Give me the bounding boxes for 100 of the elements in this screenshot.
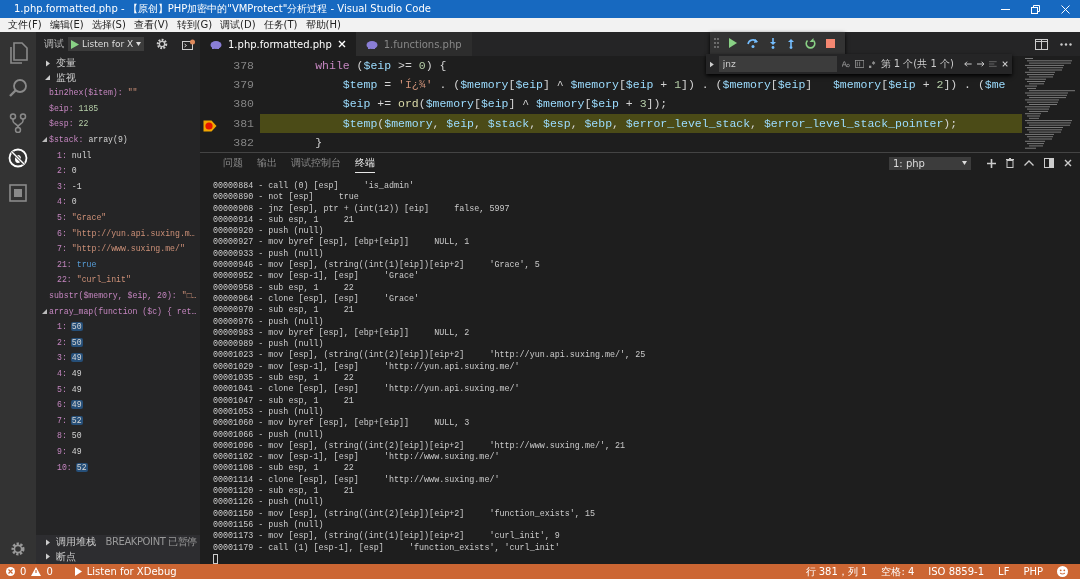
panel-tab[interactable]: 问题 [223, 153, 243, 173]
drag-handle-icon[interactable] [714, 38, 719, 48]
regex-icon[interactable] [868, 59, 876, 69]
extensions-icon[interactable] [9, 183, 27, 202]
play-icon[interactable] [71, 39, 79, 49]
find-field[interactable]: jnz [718, 56, 837, 72]
error-icon[interactable] [6, 567, 15, 576]
files-icon[interactable] [8, 41, 28, 64]
line-number: 382 [233, 135, 255, 149]
expand-arrow-icon[interactable] [44, 538, 51, 546]
step-out-icon[interactable] [787, 37, 795, 49]
breakpoint-arrow-icon[interactable] [203, 119, 217, 132]
next-match-icon[interactable] [976, 60, 985, 68]
menu-item[interactable]: 选择(S) [87, 18, 130, 32]
search-icon[interactable] [8, 77, 28, 98]
collapse-arrow-icon[interactable] [41, 307, 48, 315]
terminal-line: 00000920 - push (null) [213, 226, 325, 237]
terminal-line: 00001150 - mov [esp], (string((int(2)[eip])[eip+2] 'function_exists', 15 [213, 508, 596, 520]
caret-icon[interactable] [136, 42, 142, 46]
editor-tab[interactable]: 1.functions.php [355, 32, 472, 56]
match-count: 第 1 个(共 1 个) [880, 57, 954, 71]
menu-item[interactable]: 文件(F) [4, 18, 46, 32]
status-item[interactable]: 空格: 4 [881, 564, 915, 579]
play-icon[interactable] [74, 567, 82, 576]
menu-item[interactable]: 任务(T) [259, 18, 302, 32]
editor-tab[interactable]: 1.php.formatted.php [200, 32, 356, 56]
watch-value: "□… [180, 291, 198, 300]
trash-icon[interactable] [1006, 158, 1014, 168]
terminal-dropdown[interactable]: 1: php [889, 156, 971, 170]
expand-arrow-icon[interactable] [710, 60, 714, 68]
terminal-line: 00001114 - clone [esp], [esp] 'http://www.suxing.me/' [213, 474, 501, 486]
settings-icon[interactable] [156, 38, 169, 50]
terminal-line: 00000958 - sub esp, 1 22 [213, 282, 355, 294]
terminal-line: 00000890 - not [esp] true [213, 192, 360, 204]
restore-icon[interactable] [1030, 4, 1040, 14]
continue-icon[interactable] [729, 38, 737, 48]
watch-value: 22 [77, 119, 90, 129]
chevron-up-icon[interactable] [1024, 160, 1034, 166]
terminal-line: 00000976 - push (null) [213, 316, 325, 328]
menu-item[interactable]: 调试(D) [216, 18, 260, 32]
whole-word-icon[interactable] [854, 59, 864, 69]
section-header[interactable]: 监视 [56, 70, 76, 85]
configuration-dropdown[interactable]: Listen for X [68, 37, 145, 51]
menu-item[interactable]: 查看(V) [129, 18, 173, 32]
watch-name: 3: [57, 353, 67, 363]
stop-icon[interactable] [826, 38, 835, 48]
match-case-icon[interactable] [841, 60, 850, 68]
smiley-icon[interactable] [1057, 566, 1068, 577]
status-item[interactable]: ISO 8859-1 [928, 566, 985, 577]
more-icon[interactable] [1060, 42, 1072, 46]
branch-icon[interactable] [9, 112, 27, 133]
settings-icon[interactable] [10, 541, 26, 557]
collapse-arrow-icon[interactable] [41, 136, 48, 144]
expand-arrow-icon[interactable] [44, 553, 51, 561]
debug-icon[interactable] [8, 147, 28, 168]
watch-value: 52 [70, 415, 83, 425]
step-over-icon[interactable] [747, 38, 759, 48]
terminal-line: 00000884 - call (0) [esp] 'is_admin' [213, 181, 416, 192]
restart-icon[interactable] [805, 37, 816, 49]
terminal-line: 00001035 - sub esp, 1 22 [213, 373, 355, 384]
menu-item[interactable]: 转到(G) [172, 18, 217, 32]
terminal-line: 00000952 - mov [esp-1], [esp] 'Grace' [213, 271, 421, 283]
status-item[interactable]: PHP [1023, 566, 1043, 577]
caret-icon[interactable] [962, 161, 967, 165]
expand-arrow-icon[interactable] [44, 59, 51, 67]
collapse-arrow-icon[interactable] [44, 74, 51, 82]
terminal-line: 00001053 - push (null) [213, 406, 325, 418]
warning-icon[interactable] [31, 567, 42, 576]
terminal-line: 00000946 - mov [esp], (string((int(1)[eip])[eip+2] 'Grace', 5 [213, 260, 541, 271]
window-title: 1.php.formatted.php - 【原创】PHP加密中的"VMProtect"分析过程 - Visual Studio Code [13, 2, 432, 16]
watch-name: $esp: [49, 119, 74, 129]
close-icon[interactable] [1064, 159, 1072, 167]
watch-value: array(9) [87, 135, 129, 145]
terminal-line: 00000983 - mov byref [esp], [ebp+[eip]] NULL, 2 [213, 327, 471, 339]
panel-tab[interactable]: 调试控制台 [291, 153, 341, 173]
error-count[interactable]: 0 [20, 566, 27, 577]
panel-tab[interactable]: 终端 [355, 153, 375, 173]
terminal-line: 00001179 - call (1) [esp-1], [esp] 'function_exists', 'curl_init' [213, 542, 561, 554]
debug-target[interactable]: Listen for XDebug [86, 566, 177, 577]
split-panel-icon[interactable] [1044, 158, 1054, 168]
section-header[interactable]: 调用堆栈 [56, 535, 96, 550]
code-line: } [314, 134, 323, 151]
watch-name: 2: [57, 337, 67, 347]
previous-match-icon[interactable] [963, 60, 972, 68]
section-header[interactable]: 断点 [56, 549, 76, 564]
close-icon[interactable] [1001, 60, 1008, 68]
step-into-icon[interactable] [769, 37, 777, 49]
console-icon[interactable] [182, 38, 196, 50]
menu-item[interactable]: 编辑(E) [45, 18, 88, 32]
menu-item[interactable]: 帮助(H) [301, 18, 345, 32]
watch-name: $stack: [49, 135, 84, 145]
split-editor-icon[interactable] [1035, 38, 1048, 50]
terminal-line: 00001047 - sub esp, 1 21 [213, 395, 355, 407]
status-item[interactable]: 行 381，列 1 [805, 564, 868, 579]
terminal-line: 00000927 - mov byref [esp], [ebp+[eip]] NULL, 1 [213, 237, 471, 249]
status-item[interactable]: LF [998, 566, 1010, 577]
panel-tab[interactable]: 输出 [257, 153, 277, 173]
warning-count[interactable]: 0 [46, 566, 53, 577]
section-header[interactable]: 变量 [56, 56, 76, 71]
add-icon[interactable] [987, 158, 996, 168]
